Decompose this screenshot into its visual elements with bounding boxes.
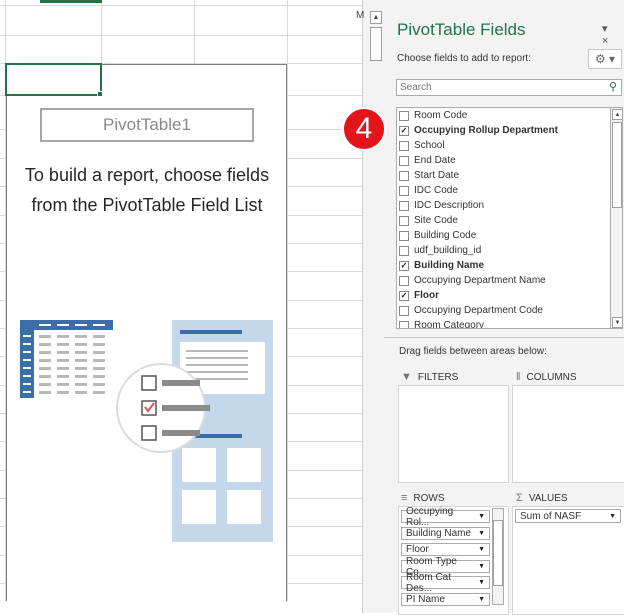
gear-icon[interactable]: ⚙ ▾ xyxy=(588,49,622,69)
field-checkbox[interactable] xyxy=(399,200,409,211)
field-checkbox[interactable] xyxy=(399,170,409,181)
rows-area-header: ≡ ROWS xyxy=(401,492,445,504)
field-checkbox[interactable]: ✓ xyxy=(399,290,409,301)
sigma-icon: Σ xyxy=(516,492,523,504)
dropdown-arrow-icon[interactable]: ▼ xyxy=(478,563,485,570)
field-item[interactable]: Room Category xyxy=(399,318,484,328)
sheet-vertical-scrollbar[interactable] xyxy=(362,0,384,613)
field-item[interactable]: School xyxy=(399,138,445,153)
field-item[interactable]: udf_building_id xyxy=(399,243,481,258)
rows-icon: ≡ xyxy=(401,492,408,504)
active-cell[interactable] xyxy=(5,63,102,96)
field-checkbox[interactable] xyxy=(399,305,409,316)
row-field-pill[interactable]: Floor ▼ xyxy=(401,543,490,556)
pivot-table-name: PivotTable1 xyxy=(40,108,254,142)
field-item[interactable]: Room Code xyxy=(399,108,467,123)
filters-drop-area[interactable] xyxy=(398,385,509,483)
field-list-scroll-thumb[interactable] xyxy=(612,122,622,208)
scroll-up-icon[interactable]: ▲ xyxy=(612,109,623,120)
filters-area-header: ▼ FILTERS xyxy=(401,371,459,383)
field-item[interactable]: ✓ Building Name xyxy=(399,258,484,273)
pane-controls[interactable]: ▾ × xyxy=(602,22,624,47)
field-item[interactable]: End Date xyxy=(399,153,456,168)
drag-fields-label: Drag fields between areas below: xyxy=(399,346,547,357)
row-field-pill[interactable]: Room Cat Des... ▼ xyxy=(401,572,490,594)
scroll-up-icon[interactable]: ▲ xyxy=(370,11,382,24)
field-item[interactable]: IDC Description xyxy=(399,198,484,213)
fill-handle[interactable] xyxy=(97,91,103,97)
columns-area-header: ‖ COLUMNS xyxy=(516,371,577,383)
sheet-scroll-thumb[interactable] xyxy=(370,27,382,61)
search-icon[interactable]: ⚲ xyxy=(609,80,617,93)
scroll-down-icon[interactable]: ▼ xyxy=(612,317,623,328)
field-checkbox[interactable]: ✓ xyxy=(399,260,409,271)
field-item[interactable]: IDC Code xyxy=(399,183,458,198)
columns-drop-area[interactable] xyxy=(512,385,624,483)
field-checkbox[interactable] xyxy=(399,230,409,241)
field-checkbox[interactable]: ✓ xyxy=(399,125,409,136)
field-item[interactable]: ✓ Floor xyxy=(399,288,439,303)
field-checkbox[interactable] xyxy=(399,320,409,328)
row-field-pill[interactable]: Occupying Rol... ▼ xyxy=(401,506,490,528)
sheet-bottom-strip xyxy=(0,601,362,613)
field-item[interactable]: Building Code xyxy=(399,228,476,243)
table-grid-icon xyxy=(20,320,113,398)
column-header-fragment: M xyxy=(356,10,365,21)
field-checkbox[interactable] xyxy=(399,245,409,256)
pivot-illustration xyxy=(20,320,273,542)
field-item[interactable]: Start Date xyxy=(399,168,459,183)
field-item[interactable]: Site Code xyxy=(399,213,458,228)
field-checkbox[interactable] xyxy=(399,275,409,286)
dropdown-arrow-icon[interactable]: ▼ xyxy=(609,513,616,520)
field-checkbox[interactable] xyxy=(399,215,409,226)
rows-scroll-thumb[interactable] xyxy=(493,520,503,586)
choose-fields-label: Choose fields to add to report: xyxy=(397,53,531,64)
dropdown-arrow-icon[interactable]: ▼ xyxy=(478,513,485,520)
value-field-pill[interactable]: Sum of NASF ▼ xyxy=(515,509,621,523)
row-field-pill[interactable]: Building Name ▼ xyxy=(401,527,490,540)
dropdown-arrow-icon[interactable]: ▼ xyxy=(478,579,485,586)
field-item[interactable]: Occupying Department Code xyxy=(399,303,543,318)
search-input[interactable] xyxy=(396,79,622,96)
pane-divider xyxy=(384,337,624,338)
values-area-header: Σ VALUES xyxy=(516,492,568,504)
field-item[interactable]: Occupying Department Name xyxy=(399,273,546,288)
field-list[interactable]: Room Code ✓ Occupying Rollup Department S… xyxy=(396,107,611,329)
columns-icon: ‖ xyxy=(516,371,521,383)
field-checkbox[interactable] xyxy=(399,140,409,151)
filter-icon: ▼ xyxy=(401,371,412,383)
step-number-badge: 4 xyxy=(342,107,386,151)
pivot-instructions: To build a report, choose fields from th… xyxy=(24,165,270,215)
pane-title: PivotTable Fields xyxy=(397,20,526,39)
field-checkbox[interactable] xyxy=(399,110,409,121)
row-field-pill[interactable]: PI Name ▼ xyxy=(401,593,490,606)
field-checkbox[interactable] xyxy=(399,155,409,166)
dropdown-arrow-icon[interactable]: ▼ xyxy=(478,530,485,537)
dropdown-arrow-icon[interactable]: ▼ xyxy=(478,596,485,603)
field-checkbox[interactable] xyxy=(399,185,409,196)
field-item[interactable]: ✓ Occupying Rollup Department xyxy=(399,123,558,138)
dropdown-arrow-icon[interactable]: ▼ xyxy=(478,546,485,553)
